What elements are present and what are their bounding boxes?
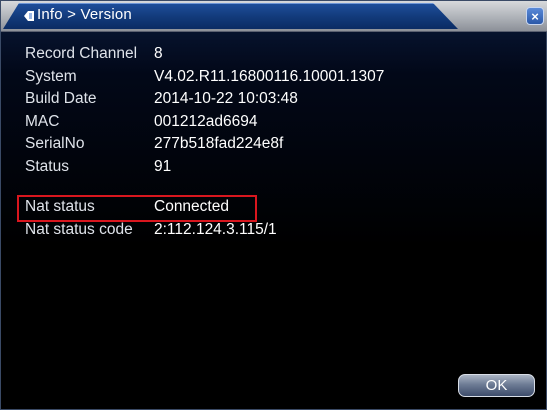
ok-button[interactable]: OK — [458, 374, 535, 397]
info-label: Record Channel — [25, 45, 138, 62]
info-value: 277b518fad224e8f — [154, 135, 284, 152]
info-value: 2014-10-22 10:03:48 — [154, 90, 298, 107]
info-label: Status — [25, 157, 69, 175]
info-value: 8 — [154, 45, 163, 62]
title-bar: Info > Version × — [1, 1, 547, 32]
info-label: MAC — [25, 112, 60, 130]
nat-status-highlight — [17, 195, 257, 222]
info-value: V4.02.R11.16800116.10001.1307 — [154, 67, 385, 85]
info-value: 91 — [154, 157, 172, 175]
info-label: SerialNo — [25, 135, 85, 152]
close-icon: × — [531, 8, 539, 24]
info-label: System — [25, 67, 77, 85]
info-value: 001212ad6694 — [154, 112, 258, 130]
version-info-window: Info > Version × Record Channel 8 System… — [0, 0, 547, 410]
info-icon — [24, 11, 34, 21]
window-title: Info > Version — [37, 6, 132, 23]
close-button[interactable]: × — [526, 7, 544, 25]
info-label: Build Date — [25, 90, 97, 107]
